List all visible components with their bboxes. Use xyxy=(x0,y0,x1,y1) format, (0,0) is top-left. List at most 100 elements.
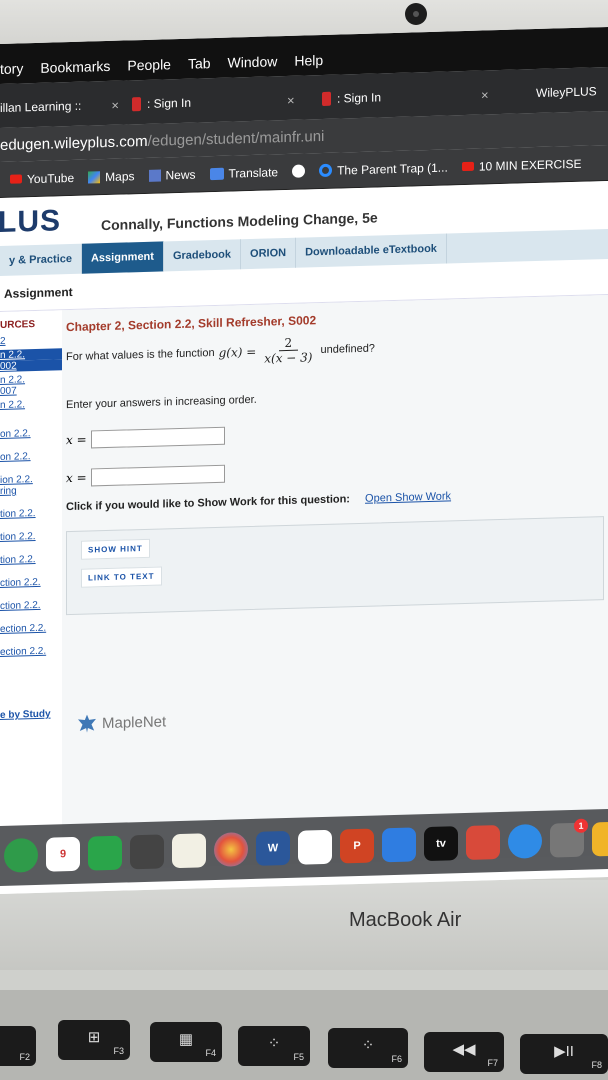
safari-icon[interactable] xyxy=(508,823,542,859)
sidebar-item-current[interactable]: 002 xyxy=(0,359,62,372)
sidebar-item[interactable]: ction 2.2. xyxy=(0,576,62,589)
key-f3: ⊞ F3 xyxy=(58,1020,130,1060)
menu-people[interactable]: People xyxy=(127,56,171,73)
sidebar-item[interactable]: ction 2.2. xyxy=(0,599,62,612)
prompt-text: For what values is the function xyxy=(66,346,215,363)
sidebar-item[interactable]: tion 2.2. xyxy=(0,507,62,520)
apple-tv-icon[interactable]: tv xyxy=(424,826,458,862)
system-preferences-icon[interactable]: 1 xyxy=(550,818,588,858)
prompt-suffix: undefined? xyxy=(320,342,375,356)
open-show-work-link[interactable]: Open Show Work xyxy=(365,490,451,504)
laptop-chin xyxy=(0,880,608,970)
bookmark-youtube[interactable]: YouTube xyxy=(10,170,74,186)
menu-help[interactable]: Help xyxy=(294,52,323,69)
tab-assignment[interactable]: Assignment xyxy=(81,241,164,274)
key-f6: ⁘ F6 xyxy=(328,1028,408,1068)
youtube-icon xyxy=(461,161,474,172)
powerpoint-icon[interactable]: P xyxy=(340,828,374,864)
tab-sign-in-1[interactable]: : Sign In × xyxy=(132,84,295,121)
globe-icon xyxy=(292,164,306,178)
sidebar-item[interactable]: 2 xyxy=(0,334,62,347)
photos-icon[interactable] xyxy=(214,832,248,868)
app-store-icon[interactable] xyxy=(382,827,416,863)
show-hint-button[interactable]: SHOW HINT xyxy=(81,538,150,560)
sidebar-item[interactable]: 007 xyxy=(0,384,62,397)
bookmark-label: YouTube xyxy=(27,170,75,186)
sidebar-item[interactable]: ection 2.2. xyxy=(0,622,62,635)
calendar-icon[interactable]: 9 xyxy=(46,836,80,872)
menu-history[interactable]: tory xyxy=(0,60,23,77)
maplenet-label: MapleNet xyxy=(102,712,167,732)
sidebar-item[interactable]: on 2.2. xyxy=(0,450,62,463)
show-work-row: Click if you would like to Show Work for… xyxy=(66,486,604,513)
close-icon[interactable]: × xyxy=(287,92,295,107)
key-f4: ▦ F4 xyxy=(150,1022,222,1062)
youtube-icon xyxy=(10,174,22,184)
menu-bookmarks[interactable]: Bookmarks xyxy=(40,58,110,76)
notes-icon[interactable] xyxy=(172,833,206,869)
bookmark-label: 10 MIN EXERCISE xyxy=(478,156,582,174)
tab-label: : Sign In xyxy=(337,90,382,106)
tab-gradebook[interactable]: Gradebook xyxy=(163,239,242,272)
word-icon[interactable]: W xyxy=(256,830,290,866)
answer-row-1: x = xyxy=(66,416,604,449)
tab-orion[interactable]: ORION xyxy=(241,237,297,270)
menu-tab[interactable]: Tab xyxy=(188,55,211,72)
sidebar-item[interactable]: ring xyxy=(0,484,62,497)
answer-input-1[interactable] xyxy=(90,426,225,449)
study-link[interactable]: e by Study xyxy=(0,709,51,721)
bookmark-exercise[interactable]: 10 MIN EXERCISE xyxy=(461,156,582,174)
maplenet-logo: MapleNet xyxy=(78,700,604,733)
menu-window[interactable]: Window xyxy=(228,53,278,70)
resources-sidebar: URCES 2 n 2.2. 002 n 2.2. 007 n 2.2. on … xyxy=(0,310,62,872)
dictionary-icon[interactable] xyxy=(466,825,500,860)
sidebar-item[interactable]: on 2.2. xyxy=(0,427,62,440)
answer-label: x = xyxy=(66,470,87,486)
bookmark-parent-trap[interactable]: The Parent Trap (1... xyxy=(319,160,448,178)
notification-badge: 1 xyxy=(574,818,588,833)
sidebar-item[interactable]: n 2.2. xyxy=(0,398,62,411)
sidebar-item[interactable]: tion 2.2. xyxy=(0,553,62,566)
denominator: x(x − 3) xyxy=(264,350,313,366)
tab-macmillan[interactable]: illan Learning :: × xyxy=(0,89,119,124)
link-to-text-button[interactable]: LINK TO TEXT xyxy=(81,566,162,588)
news-icon xyxy=(148,169,161,182)
tab-sign-in-2[interactable]: : Sign In × xyxy=(322,78,489,115)
key-f8: ▶II F8 xyxy=(520,1034,608,1074)
answer-input-2[interactable] xyxy=(90,464,225,487)
bookmark-news[interactable]: News xyxy=(148,167,196,182)
tab-label: WileyPLUS xyxy=(536,84,597,101)
sidebar-item[interactable]: tion 2.2. xyxy=(0,530,62,543)
bookmark-unnamed[interactable] xyxy=(292,164,306,178)
wileyplus-logo[interactable]: LUS xyxy=(0,204,61,240)
numerator: 2 xyxy=(278,335,299,352)
reminders-icon[interactable] xyxy=(298,829,332,865)
bookmark-label: Maps xyxy=(105,168,135,184)
wiley-favicon-icon xyxy=(322,91,331,107)
question-panel: Chapter 2, Section 2.2, Skill Refresher,… xyxy=(62,295,608,871)
instructions: Enter your answers in increasing order. xyxy=(66,393,257,412)
close-icon[interactable]: × xyxy=(481,87,489,102)
facetime-icon[interactable] xyxy=(88,835,122,871)
wiley-favicon-icon xyxy=(132,97,141,112)
url-path: /edugen/student/mainfr.uni xyxy=(147,127,325,150)
app-icon[interactable] xyxy=(130,834,164,870)
question-prompt: For what values is the function g(x) = 2… xyxy=(66,327,604,371)
tab-read-study-practice[interactable]: y & Practice xyxy=(0,243,82,276)
sidebar-item[interactable]: ection 2.2. xyxy=(0,645,62,658)
course-title: Connally, Functions Modeling Change, 5e xyxy=(101,209,378,234)
preview-icon[interactable] xyxy=(592,821,608,857)
tab-etextbook[interactable]: Downloadable eTextbook xyxy=(296,233,447,268)
answer-label: x = xyxy=(66,432,87,448)
bookmark-label: Translate xyxy=(228,164,279,181)
close-icon[interactable]: × xyxy=(111,97,119,112)
key-f2: F2 xyxy=(0,1026,36,1066)
bookmark-maps[interactable]: Maps xyxy=(88,168,135,184)
bookmark-translate[interactable]: Translate xyxy=(209,164,279,181)
assignment-content: URCES 2 n 2.2. 002 n 2.2. 007 n 2.2. on … xyxy=(0,295,608,872)
tab-wileyplus[interactable]: WileyPLUS xyxy=(536,75,597,109)
screen: tory Bookmarks People Tab Window Help il… xyxy=(0,27,608,894)
keyboard: F2 ⊞ F3 ▦ F4 ⁘ F5 ⁘ F6 ◀◀ F7 ▶II F8 xyxy=(0,990,608,1080)
chrome-icon[interactable] xyxy=(4,837,38,873)
url-host: edugen.wileyplus.com xyxy=(0,132,148,154)
